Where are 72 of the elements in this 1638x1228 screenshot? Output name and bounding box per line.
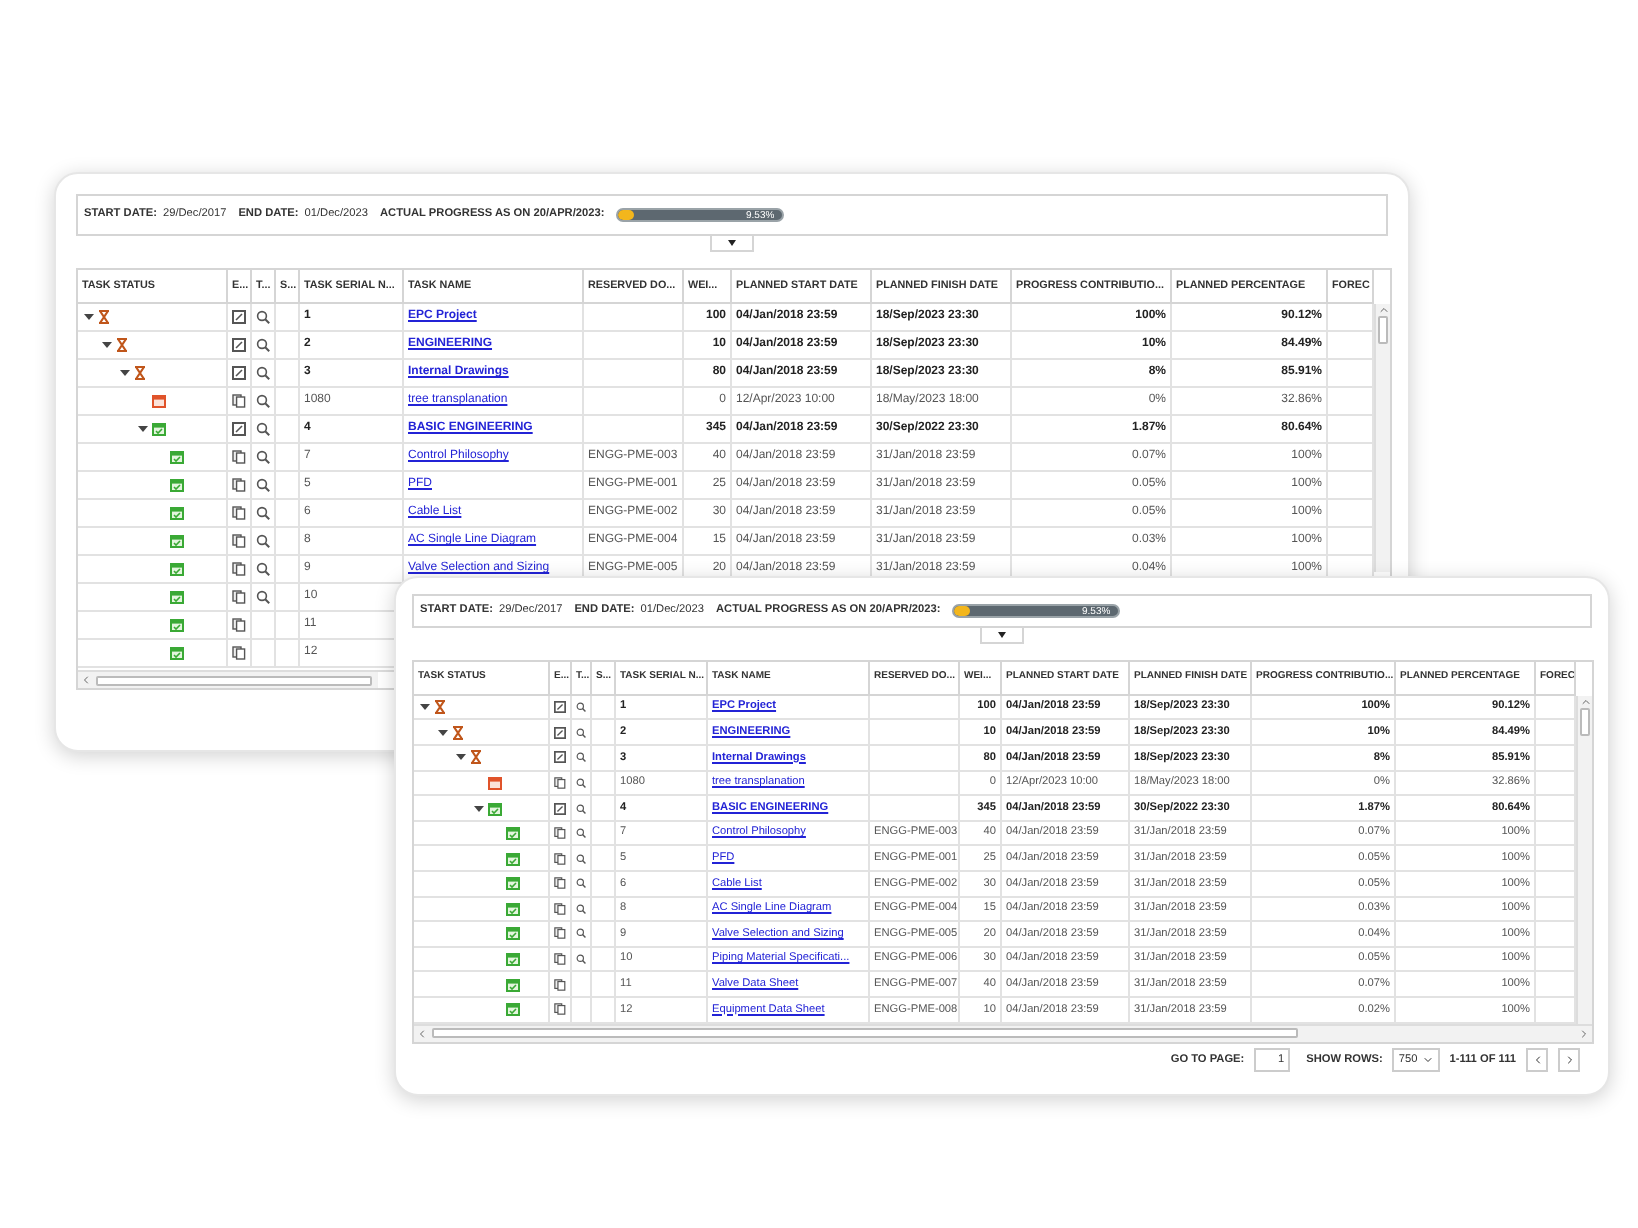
scroll-thumb[interactable]: [432, 1028, 1298, 1039]
magnifier-icon[interactable]: [576, 826, 586, 841]
magnifier-icon[interactable]: [576, 926, 586, 941]
scroll-thumb[interactable]: [1580, 707, 1590, 736]
caret-icon[interactable]: [474, 803, 484, 813]
magnifier-icon[interactable]: [256, 422, 270, 436]
scroll-thumb[interactable]: [96, 675, 372, 685]
documents-icon[interactable]: [232, 450, 246, 464]
documents-icon[interactable]: [554, 826, 566, 841]
documents-icon[interactable]: [554, 926, 566, 941]
dropdown-icon: [1421, 1054, 1434, 1067]
horizontal-scrollbar[interactable]: [414, 1025, 1592, 1042]
documents-icon[interactable]: [554, 851, 566, 866]
document-edit-icon[interactable]: [554, 750, 566, 765]
magnifier-icon[interactable]: [256, 506, 270, 520]
magnifier-icon[interactable]: [256, 366, 270, 380]
documents-icon[interactable]: [554, 775, 566, 790]
scroll-thumb[interactable]: [1378, 316, 1388, 344]
document-edit-icon[interactable]: [554, 725, 566, 740]
document-edit-icon[interactable]: [232, 366, 246, 380]
magnifier-icon[interactable]: [256, 590, 270, 604]
collapse-toggle[interactable]: [710, 236, 754, 252]
documents-icon[interactable]: [232, 506, 246, 520]
magnifier-icon[interactable]: [256, 562, 270, 576]
documents-icon[interactable]: [554, 901, 566, 916]
table-cell: [592, 972, 616, 998]
documents-icon[interactable]: [232, 394, 246, 408]
documents-icon[interactable]: [232, 646, 246, 660]
documents-icon[interactable]: [232, 562, 246, 576]
documents-icon[interactable]: [232, 478, 246, 492]
document-edit-icon[interactable]: [232, 310, 246, 324]
caret-icon[interactable]: [438, 727, 448, 738]
documents-icon[interactable]: [554, 876, 566, 891]
document-edit-icon[interactable]: [554, 801, 566, 815]
caret-icon[interactable]: [84, 312, 94, 322]
document-edit-icon[interactable]: [554, 700, 566, 715]
magnifier-icon[interactable]: [256, 450, 270, 464]
caret-icon[interactable]: [138, 424, 148, 434]
magnifier-icon[interactable]: [256, 394, 270, 408]
vertical-scrollbar[interactable]: [1576, 695, 1592, 1024]
magnifier-icon[interactable]: [256, 478, 270, 492]
documents-icon[interactable]: [232, 618, 246, 632]
magnifier-icon[interactable]: [576, 750, 586, 765]
magnifier-icon[interactable]: [576, 876, 586, 891]
documents-icon[interactable]: [232, 534, 246, 548]
caret-icon: [728, 240, 736, 246]
document-edit-icon[interactable]: [232, 422, 246, 436]
previous-page-button[interactable]: [1526, 1048, 1548, 1073]
vertical-scrollbar[interactable]: [1374, 304, 1390, 572]
caret-icon[interactable]: [120, 368, 130, 378]
magnifier-icon[interactable]: [256, 534, 270, 548]
documents-icon[interactable]: [232, 590, 246, 604]
chevron-right-icon: [1563, 1054, 1575, 1067]
magnifier-icon[interactable]: [256, 338, 270, 352]
magnifier-icon[interactable]: [256, 310, 270, 324]
magnifier-icon[interactable]: [576, 952, 586, 967]
caret-icon[interactable]: [456, 752, 466, 763]
caret-icon[interactable]: [102, 340, 112, 350]
magnifier-icon[interactable]: [576, 700, 586, 715]
magnifier-icon[interactable]: [576, 801, 586, 815]
caret-icon[interactable]: [420, 702, 430, 713]
magnifier-icon[interactable]: [576, 775, 586, 790]
magnifier-icon[interactable]: [576, 851, 586, 866]
document-edit-icon[interactable]: [232, 338, 246, 352]
horizontal-scrollbar[interactable]: [78, 672, 378, 688]
documents-icon[interactable]: [554, 952, 566, 967]
documents-icon[interactable]: [554, 977, 566, 992]
magnifier-icon[interactable]: [576, 725, 586, 740]
magnifier-icon[interactable]: [576, 901, 586, 916]
chevron-left-icon: [1531, 1054, 1543, 1067]
documents-icon[interactable]: [554, 1002, 566, 1017]
table-cell: [276, 612, 300, 640]
